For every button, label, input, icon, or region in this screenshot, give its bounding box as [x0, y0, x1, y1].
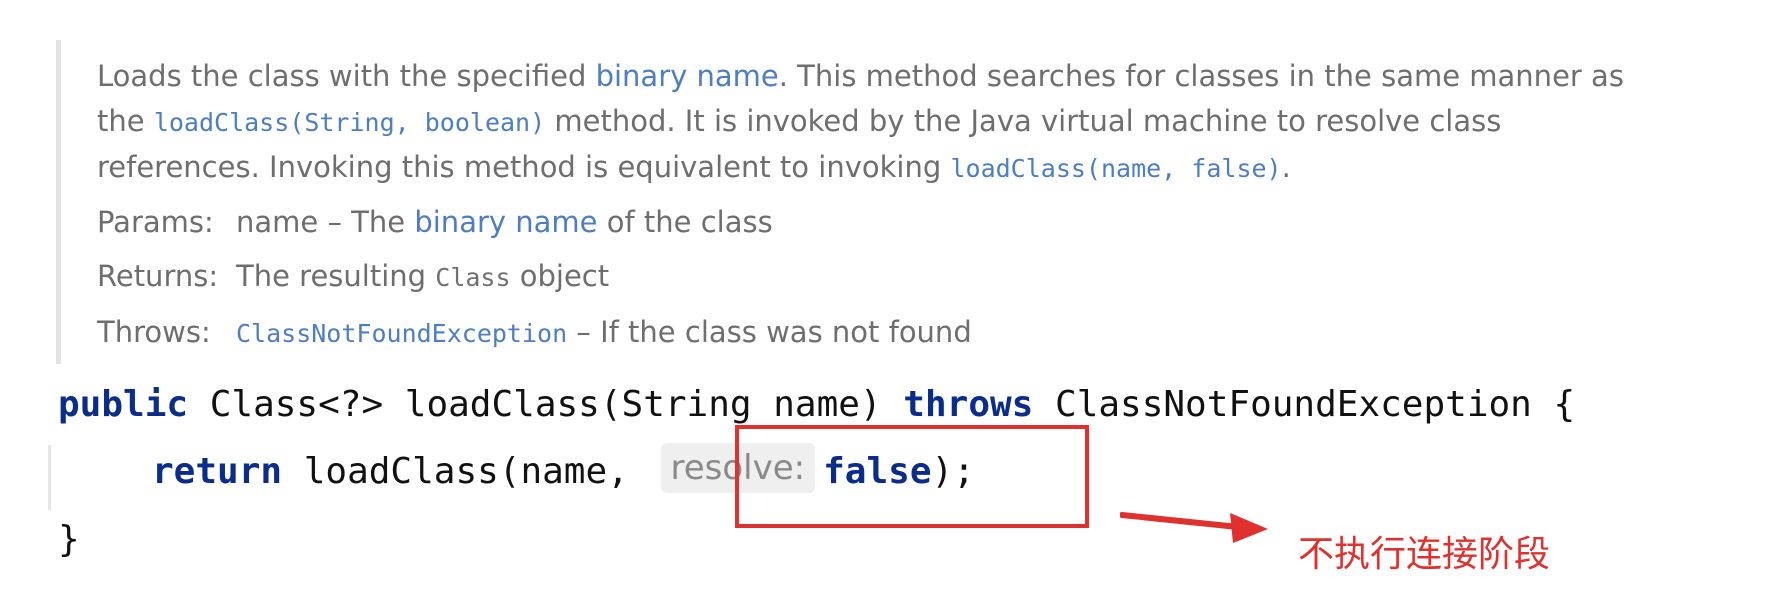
params-text: name – The: [236, 205, 415, 239]
keyword-return: return: [152, 451, 283, 492]
returns-row: Returns: The resulting Class object: [97, 253, 1656, 301]
returns-label: Returns:: [97, 259, 219, 293]
keyword-throws: throws: [903, 384, 1034, 425]
gutter-indent-guide: [48, 445, 51, 510]
javadoc-popup: Loads the class with the specified binar…: [56, 40, 1656, 364]
keyword-public: public: [58, 384, 189, 425]
classnotfoundexception-link[interactable]: ClassNotFoundException: [236, 319, 567, 348]
code-line-3[interactable]: }: [58, 510, 80, 570]
desc-text: Loads the class with the specified: [97, 59, 596, 93]
returns-text: object: [510, 259, 610, 293]
loadclass-false-link[interactable]: loadClass(name, false): [950, 154, 1281, 183]
params-value: name – The binary name of the class: [236, 199, 773, 245]
code-text: ClassNotFoundException {: [1033, 384, 1576, 425]
returns-value: The resulting Class object: [236, 253, 609, 301]
throws-value: ClassNotFoundException – If the class wa…: [236, 309, 972, 357]
returns-class-code: Class: [435, 263, 511, 292]
code-text: Class<?> loadClass(String name): [188, 384, 904, 425]
loadclass-boolean-link[interactable]: loadClass(String, boolean): [154, 108, 545, 137]
code-text: loadClass(name,: [282, 451, 651, 492]
annotation-note: 不执行连接阶段: [1298, 534, 1551, 575]
arrow-icon: [1120, 512, 1268, 543]
params-text: of the class: [597, 205, 773, 239]
throws-label: Throws:: [97, 315, 211, 349]
throws-text: – If the class was not found: [567, 315, 972, 349]
javadoc-description: Loads the class with the specified binar…: [97, 54, 1657, 191]
closing-brace: }: [58, 519, 80, 560]
throws-row: Throws: ClassNotFoundException – If the …: [97, 309, 1656, 357]
highlight-box: [735, 425, 1089, 528]
desc-text: .: [1281, 150, 1291, 184]
binary-name-link[interactable]: binary name: [596, 59, 779, 93]
params-binary-name-link[interactable]: binary name: [414, 205, 597, 239]
params-label: Params:: [97, 205, 214, 239]
params-row: Params: name – The binary name of the cl…: [97, 199, 1656, 245]
returns-text: The resulting: [236, 259, 436, 293]
